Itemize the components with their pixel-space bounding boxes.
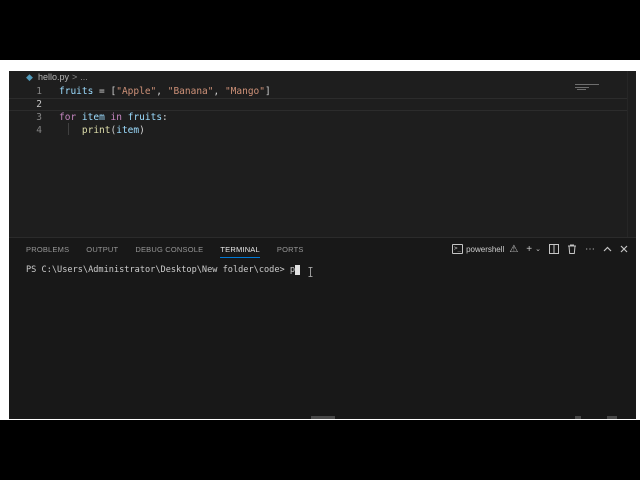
code-token: item [81,112,105,123]
minimap[interactable] [575,84,605,90]
line-number: 4 [36,125,42,136]
terminal-output[interactable]: PS C:\Users\Administrator\Desktop\New fo… [26,265,301,275]
code-token: "Banana" [167,86,214,97]
code-token: item [116,125,140,136]
line-number: 1 [36,86,42,97]
code-token: , [213,86,225,97]
plus-icon: + [526,243,533,255]
video-letterbox-bottom [0,420,640,480]
maximize-panel-button[interactable] [603,246,612,252]
trash-icon [568,244,576,254]
new-terminal-button[interactable]: + ⌄ [526,244,541,255]
shell-label: powershell [466,244,505,254]
tab-problems[interactable]: PROBLEMS [26,238,69,260]
ellipsis-icon: ⋯ [585,243,595,255]
code-token: "Mango" [224,86,265,97]
line-number: 3 [36,112,42,123]
chevron-up-icon [603,246,612,252]
python-file-icon: ◆ [26,71,33,82]
tab-terminal[interactable]: TERMINAL [220,238,260,260]
tab-output[interactable]: OUTPUT [86,238,118,260]
status-bar-fragment [9,415,636,419]
close-icon [620,245,628,253]
code-text[interactable]: for item in fruits: [59,112,168,123]
status-bar-mark [311,416,335,419]
code-line[interactable]: 2 [9,98,636,111]
code-token: print [81,125,111,136]
tab-ports[interactable]: PORTS [277,238,304,260]
kill-terminal-button[interactable] [567,244,577,254]
minimap-line [577,89,586,90]
panel-actions: >_ powershell ⚠ + ⌄ ⋯ [452,238,636,260]
status-bar-mark [607,416,617,419]
code-line[interactable]: 1 fruits = ["Apple", "Banana", "Mango"] [9,85,636,98]
tab-debug-console[interactable]: DEBUG CONSOLE [135,238,203,260]
chevron-down-icon[interactable]: ⌄ [535,245,541,253]
code-line[interactable]: 3 for item in fruits: [9,111,636,124]
vscode-window: ◆ hello.py > ... 1 fruits = ["Apple", "Ba… [9,71,636,419]
terminal-prompt: PS C:\Users\Administrator\Desktop\New fo… [26,265,290,275]
minimap-line [575,87,589,88]
video-letterbox-top [0,0,640,60]
bottom-panel: PROBLEMS OUTPUT DEBUG CONSOLE TERMINAL PORTS… [9,237,636,419]
indent-guide [68,123,69,135]
split-icon [549,244,559,254]
warning-icon[interactable]: ⚠ [509,244,518,255]
breadcrumb-file[interactable]: hello.py [38,72,69,82]
terminal-icon: >_ [452,244,464,254]
more-actions-button[interactable]: ⋯ [585,244,595,255]
close-panel-button[interactable] [620,245,628,253]
code-token: for [59,112,77,123]
minimap-line [575,84,599,85]
code-token: : [162,112,168,123]
mouse-ibeam-cursor-icon [308,267,313,277]
code-token: ] [264,86,271,97]
code-token: in [110,112,122,123]
code-token: fruits [59,86,94,97]
terminal-profile[interactable]: >_ powershell ⚠ [452,244,518,255]
breadcrumb-separator: > [72,72,78,82]
code-token: fruits [127,112,163,123]
code-token: = [ [93,86,117,97]
terminal-cursor [295,265,301,275]
code-text[interactable]: fruits = ["Apple", "Banana", "Mango"] [59,86,271,97]
code-line[interactable]: 4 print(item) [9,124,636,137]
status-bar-mark [575,416,581,419]
code-text[interactable]: print(item) [59,125,145,136]
code-token: , [156,86,168,97]
code-token: "Apple" [116,86,157,97]
editor-scrollbar[interactable] [627,71,636,237]
line-number: 2 [36,99,42,110]
code-editor[interactable]: 1 fruits = ["Apple", "Banana", "Mango"] 2 3… [9,83,636,237]
split-terminal-button[interactable] [549,244,559,254]
code-token: ) [139,125,145,136]
breadcrumb-more[interactable]: ... [80,72,88,82]
breadcrumb: ◆ hello.py > ... [9,71,636,83]
